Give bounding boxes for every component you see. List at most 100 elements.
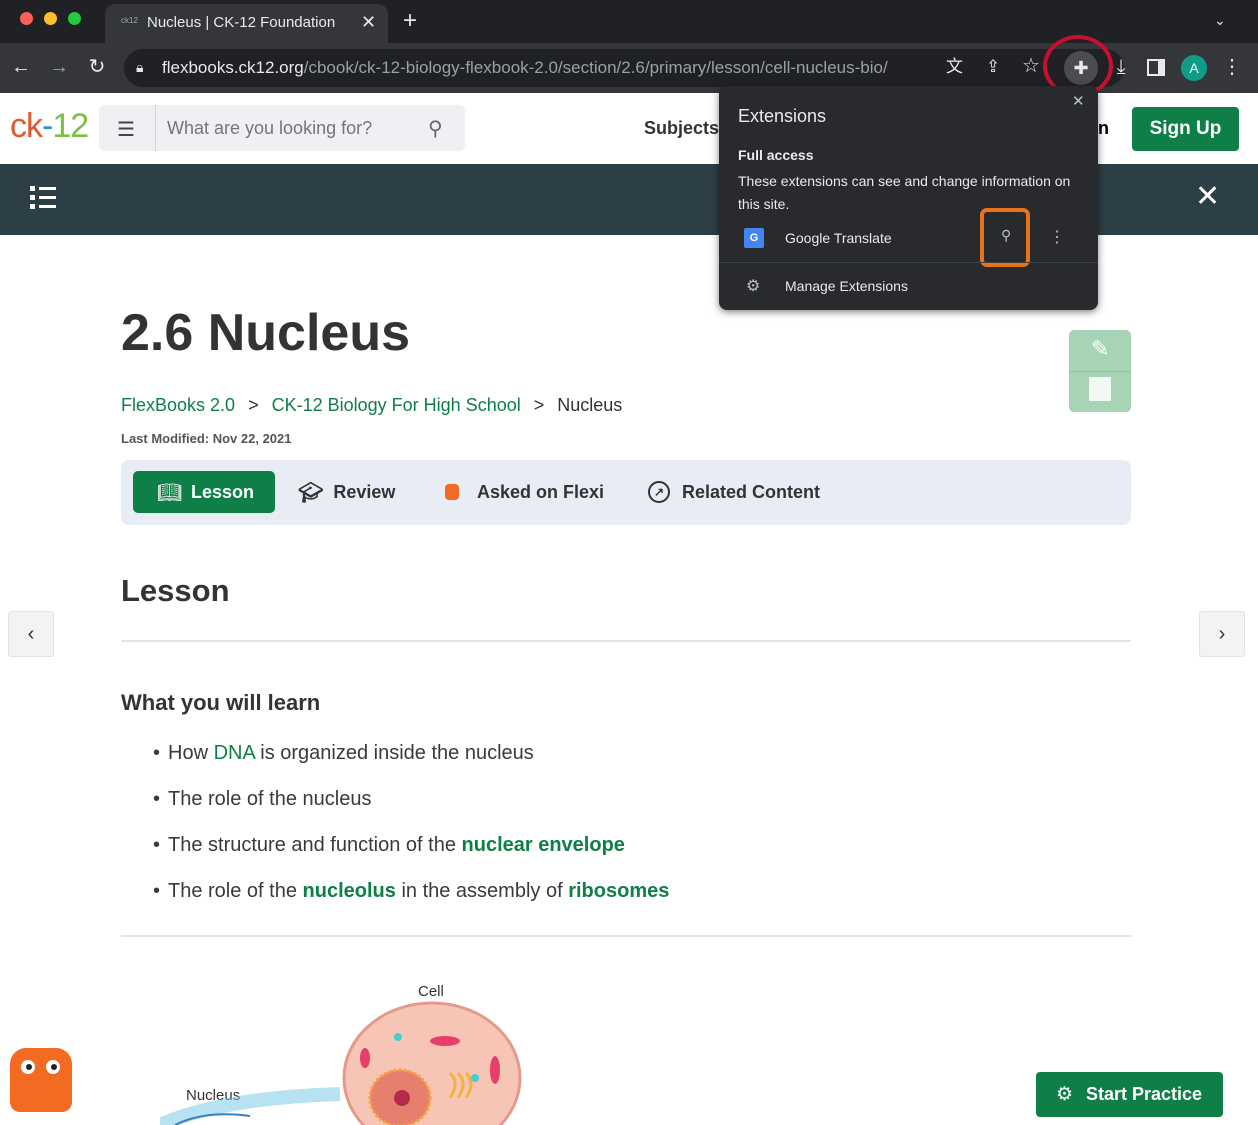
- compass-icon: ↗: [648, 481, 670, 503]
- zoom-window-button[interactable]: [68, 12, 81, 25]
- learn-text: in the assembly of: [395, 880, 569, 902]
- link-ribosomes[interactable]: ribosomes: [568, 880, 669, 902]
- last-modified: Last Modified: Nov 22, 2021: [121, 431, 292, 446]
- breadcrumb-current: Nucleus: [557, 395, 623, 415]
- pin-highlight-box: [980, 208, 1030, 267]
- ck12-logo[interactable]: ck-12: [10, 107, 89, 146]
- browser-tab[interactable]: ck12 Nucleus | CK-12 Foundation ✕: [105, 4, 388, 43]
- list-item: The structure and function of the nuclea…: [153, 834, 1053, 858]
- toc-list-icon[interactable]: [30, 186, 56, 210]
- breadcrumb-separator: >: [533, 395, 545, 415]
- list-item: The role of the nucleolus in the assembl…: [153, 880, 1053, 904]
- cell-diagram-image: [160, 1001, 522, 1125]
- search-input[interactable]: [157, 105, 417, 151]
- forward-icon[interactable]: →: [48, 57, 70, 77]
- translate-icon[interactable]: 文: [946, 57, 963, 77]
- nav-signin-partial[interactable]: n: [1098, 118, 1109, 139]
- minimize-window-button[interactable]: [44, 12, 57, 25]
- extension-row-google-translate[interactable]: G Google Translate ⚲ ⋮: [719, 220, 1098, 260]
- extension-more-icon[interactable]: ⋮: [1049, 227, 1065, 247]
- tools-icon[interactable]: ✕: [1195, 182, 1220, 212]
- highlighter-icon: ✎: [1091, 336, 1110, 361]
- manage-extensions-item[interactable]: ⚙ Manage Extensions: [719, 268, 1098, 304]
- learn-text: is organized inside the nucleus: [254, 742, 534, 764]
- start-practice-button[interactable]: ⚙ Start Practice: [1036, 1072, 1223, 1117]
- gear-icon: ⚙: [746, 278, 761, 295]
- breadcrumb-biology[interactable]: CK-12 Biology For High School: [272, 395, 521, 415]
- tab-favicon-icon: ck12: [121, 16, 138, 25]
- tab-review-label: Review: [333, 481, 396, 502]
- menu-icon[interactable]: ⋮: [1222, 57, 1242, 77]
- tab-title: Nucleus | CK-12 Foundation: [147, 14, 336, 31]
- filter-icon: ☰: [117, 119, 135, 141]
- logo-ck: ck: [10, 107, 43, 145]
- full-access-desc: These extensions can see and change info…: [738, 173, 1071, 212]
- breadcrumb-flexbooks[interactable]: FlexBooks 2.0: [121, 395, 235, 415]
- next-lesson-chevron-right-icon[interactable]: ›: [1199, 611, 1245, 657]
- brain-icon: ⚙: [1056, 1084, 1074, 1105]
- learn-text: The role of the: [168, 880, 303, 902]
- popup-title: Extensions: [738, 106, 827, 126]
- extensions-popup: Extensions ✕ Full access These extension…: [719, 86, 1098, 310]
- manage-extensions-label: Manage Extensions: [785, 278, 908, 294]
- full-access-heading: Full access: [738, 147, 814, 163]
- google-translate-icon: G: [744, 228, 764, 248]
- list-item: How DNA is organized inside the nucleus: [153, 742, 1053, 766]
- back-icon[interactable]: ←: [10, 57, 32, 77]
- notes-widget[interactable]: ✎: [1069, 330, 1131, 412]
- tab-flexi-label: Asked on Flexi: [477, 481, 605, 502]
- tab-lesson-label: Lesson: [191, 482, 255, 502]
- link-nuclear-envelope[interactable]: nuclear envelope: [462, 834, 625, 856]
- learn-text: The structure and function of the: [168, 834, 462, 856]
- url-text: flexbooks.ck12.org/cbook/ck-12-biology-f…: [162, 58, 888, 78]
- flexi-icon: [445, 484, 459, 500]
- learn-heading: What you will learn: [121, 690, 321, 715]
- popup-close-icon[interactable]: ✕: [1072, 92, 1085, 110]
- divider: [121, 640, 1131, 642]
- download-icon[interactable]: ⤓: [1110, 57, 1132, 77]
- start-practice-label: Start Practice: [1086, 1084, 1203, 1104]
- profile-avatar[interactable]: A: [1181, 55, 1207, 81]
- tab-close-icon[interactable]: ✕: [361, 12, 376, 33]
- tab-review[interactable]: 🎓︎ Review: [298, 471, 395, 513]
- search-box: ☰ ⚲: [99, 105, 465, 151]
- url-host: flexbooks.ck12.org: [162, 58, 304, 77]
- url-path: /cbook/ck-12-biology-flexbook-2.0/sectio…: [303, 58, 888, 77]
- breadcrumb-separator: >: [248, 395, 259, 415]
- search-icon[interactable]: ⚲: [428, 116, 443, 141]
- list-item: The role of the nucleus: [153, 788, 1053, 812]
- extension-name: Google Translate: [785, 230, 892, 246]
- sign-up-button[interactable]: Sign Up: [1132, 107, 1239, 151]
- filter-button[interactable]: ☰: [99, 105, 156, 151]
- graduation-cap-icon: 🎓︎: [298, 481, 324, 504]
- new-tab-plus-icon[interactable]: +: [403, 9, 417, 33]
- page-title: 2.6 Nucleus: [121, 304, 411, 362]
- section-heading: Lesson: [121, 573, 230, 608]
- close-window-button[interactable]: [20, 12, 33, 25]
- divider: [121, 935, 1131, 937]
- learn-text: The role of the nucleus: [168, 788, 372, 810]
- star-icon[interactable]: ☆: [1022, 56, 1040, 76]
- address-bar[interactable]: 🔒︎ flexbooks.ck12.org/cbook/ck-12-biolog…: [124, 49, 1124, 87]
- sidepanel-icon[interactable]: [1147, 59, 1165, 76]
- divider: [719, 262, 1098, 263]
- previous-lesson-chevron-left-icon[interactable]: ‹: [8, 611, 54, 657]
- learn-text: How: [168, 742, 214, 764]
- logo-dash: -: [42, 107, 53, 145]
- reload-icon[interactable]: ↻: [86, 57, 108, 77]
- link-nucleolus[interactable]: nucleolus: [303, 880, 396, 902]
- open-book-icon: 📖︎: [157, 482, 183, 504]
- learn-list: How DNA is organized inside the nucleus …: [153, 742, 1053, 926]
- tab-search-chevron-down-icon[interactable]: ⌄: [1214, 12, 1226, 29]
- logo-12: 12: [52, 107, 89, 145]
- lesson-tabs: 📖︎ Lesson 🎓︎ Review Asked on Flexi ↗ Rel…: [121, 460, 1131, 525]
- tab-asked-on-flexi[interactable]: Asked on Flexi: [445, 471, 604, 513]
- flexi-mascot-button[interactable]: [10, 1048, 72, 1112]
- tab-related-label: Related Content: [682, 481, 821, 502]
- lock-icon: 🔒︎: [136, 59, 144, 75]
- nav-subjects[interactable]: Subjects: [644, 118, 719, 139]
- share-icon[interactable]: ⇪: [986, 57, 1000, 77]
- tab-lesson[interactable]: 📖︎ Lesson: [133, 471, 275, 513]
- link-dna[interactable]: DNA: [214, 742, 255, 764]
- tab-related-content[interactable]: ↗ Related Content: [648, 471, 820, 513]
